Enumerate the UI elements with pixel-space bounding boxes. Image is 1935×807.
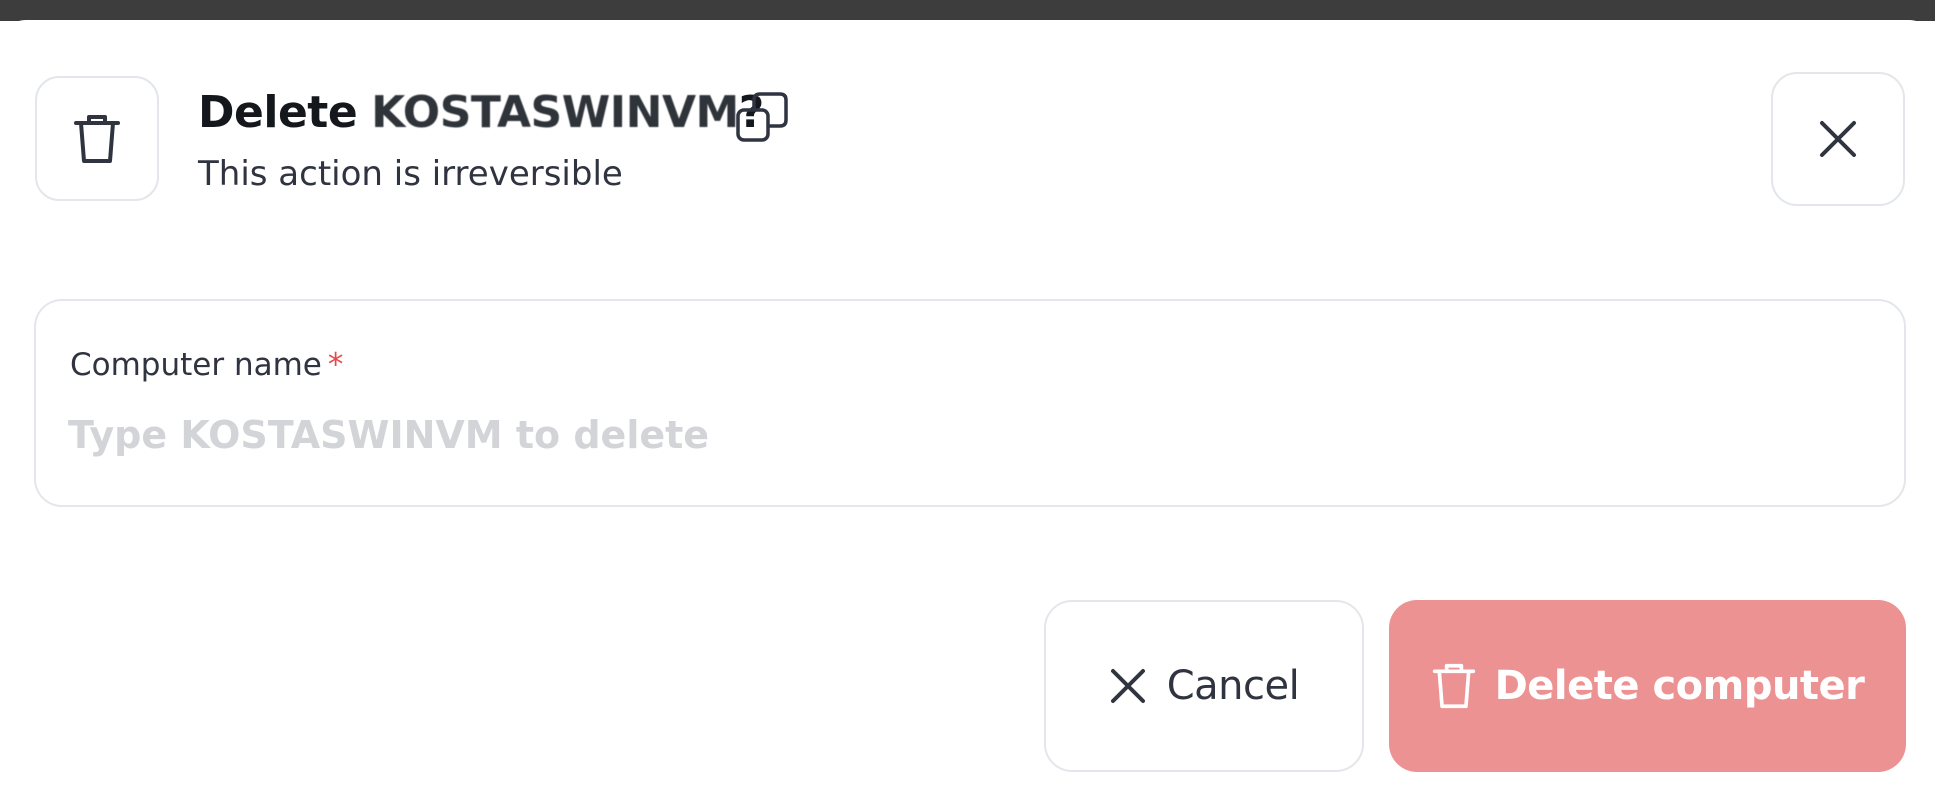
computer-name-field: Computer name * [34, 299, 1906, 507]
trash-icon [1431, 660, 1477, 712]
window-top-bar [0, 0, 1935, 21]
computer-name-label-text: Computer name [70, 347, 322, 383]
computer-name-input[interactable] [68, 405, 1868, 465]
required-marker: * [327, 347, 344, 383]
cancel-button-label: Cancel [1166, 663, 1300, 709]
copy-icon [734, 90, 790, 146]
copy-name-button[interactable] [732, 88, 792, 148]
dialog-header-icon-box [35, 76, 159, 201]
cancel-button[interactable]: Cancel [1044, 600, 1364, 772]
dialog-subtitle: This action is irreversible [198, 154, 623, 194]
close-dialog-button[interactable] [1771, 72, 1905, 206]
dialog-title-prefix: Delete [198, 86, 358, 138]
computer-name: KOSTASWINVM [371, 86, 739, 138]
close-icon [1109, 667, 1147, 705]
dialog-title: Delete KOSTASWINVM ? [198, 84, 764, 140]
delete-computer-button[interactable]: Delete computer [1389, 600, 1906, 772]
trash-icon [72, 111, 122, 167]
close-icon [1818, 119, 1858, 159]
computer-name-label: Computer name * [70, 347, 343, 383]
delete-computer-button-label: Delete computer [1494, 663, 1865, 709]
